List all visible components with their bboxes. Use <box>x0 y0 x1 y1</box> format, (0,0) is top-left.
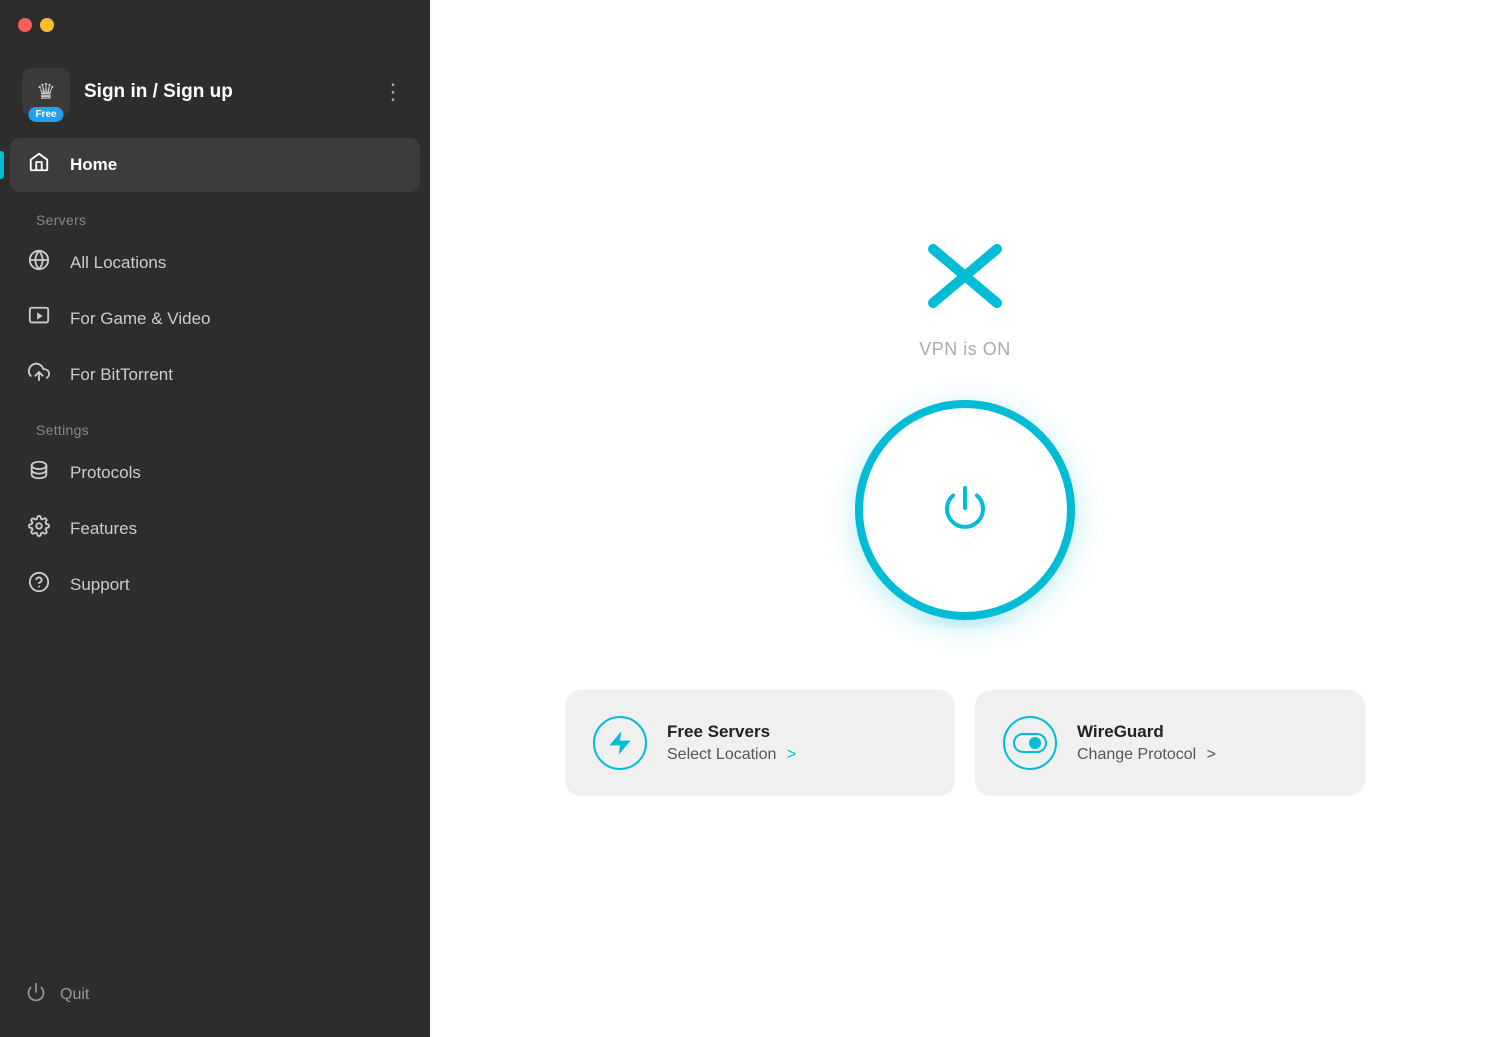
servers-label: Servers <box>10 194 420 236</box>
settings-label: Settings <box>10 404 420 446</box>
sidebar-item-home-label: Home <box>70 155 117 175</box>
free-servers-card[interactable]: Free Servers Select Location > <box>565 690 955 796</box>
sidebar-item-features-label: Features <box>70 519 137 539</box>
wireguard-text: WireGuard Change Protocol > <box>1077 722 1337 764</box>
wireguard-card[interactable]: WireGuard Change Protocol > <box>975 690 1365 796</box>
logo <box>925 241 1005 311</box>
wireguard-subtitle: Change Protocol > <box>1077 746 1337 764</box>
sidebar-item-support[interactable]: Support <box>10 558 420 612</box>
upload-icon <box>26 361 52 389</box>
free-servers-arrow: > <box>787 746 796 763</box>
help-icon <box>26 571 52 599</box>
bottom-cards: Free Servers Select Location > WireGuard… <box>515 690 1415 796</box>
avatar: ♛ Free <box>22 68 70 116</box>
sidebar-item-support-label: Support <box>70 575 130 595</box>
wireguard-arrow: > <box>1207 746 1216 763</box>
vpn-status: VPN is ON <box>919 339 1011 360</box>
sidebar-item-all-locations[interactable]: All Locations <box>10 236 420 290</box>
free-badge: Free <box>28 107 63 122</box>
close-button[interactable] <box>18 18 32 32</box>
power-icon <box>935 480 995 540</box>
globe-icon <box>26 249 52 277</box>
crown-icon: ♛ <box>36 79 56 105</box>
free-servers-subtitle: Select Location > <box>667 746 927 764</box>
power-button[interactable] <box>855 400 1075 620</box>
sidebar-item-protocols[interactable]: Protocols <box>10 446 420 500</box>
sidebar-item-features[interactable]: Features <box>10 502 420 556</box>
sidebar-item-game-video[interactable]: For Game & Video <box>10 292 420 346</box>
sidebar-item-protocols-label: Protocols <box>70 463 141 483</box>
sidebar-item-all-locations-label: All Locations <box>70 253 166 273</box>
user-section: ♛ Free Sign in / Sign up ⋮ <box>0 50 430 138</box>
gear-icon <box>26 515 52 543</box>
wireguard-icon-wrap <box>1003 716 1057 770</box>
quit-icon <box>26 982 46 1007</box>
sidebar: ♛ Free Sign in / Sign up ⋮ Home Servers <box>0 0 430 1037</box>
free-servers-icon-wrap <box>593 716 647 770</box>
sidebar-item-home[interactable]: Home <box>10 138 420 192</box>
free-servers-text: Free Servers Select Location > <box>667 722 927 764</box>
protocols-icon <box>26 459 52 487</box>
sidebar-item-bittorrent-label: For BitTorrent <box>70 365 173 385</box>
free-servers-title: Free Servers <box>667 722 927 742</box>
title-bar <box>0 0 430 50</box>
quit-button[interactable]: Quit <box>0 962 430 1037</box>
user-name[interactable]: Sign in / Sign up <box>84 81 364 103</box>
nav-section: Home Servers All Locations For G <box>0 138 430 962</box>
minimize-button[interactable] <box>40 18 54 32</box>
wireguard-title: WireGuard <box>1077 722 1337 742</box>
sidebar-item-game-video-label: For Game & Video <box>70 309 210 329</box>
quit-label: Quit <box>60 986 89 1004</box>
home-icon <box>26 151 52 179</box>
main-content: VPN is ON Free Servers Select Location > <box>430 0 1500 1037</box>
sidebar-item-bittorrent[interactable]: For BitTorrent <box>10 348 420 402</box>
play-icon <box>26 305 52 333</box>
more-button[interactable]: ⋮ <box>378 75 408 109</box>
